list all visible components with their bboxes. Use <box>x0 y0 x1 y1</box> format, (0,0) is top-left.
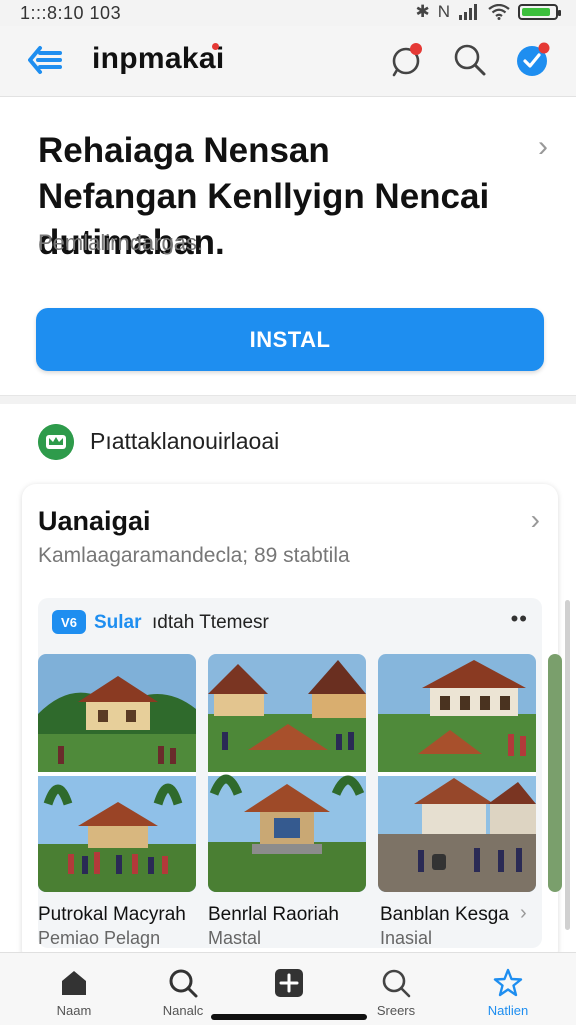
verified-icon[interactable] <box>513 40 553 80</box>
notification-icon[interactable] <box>388 40 428 80</box>
tiles-chevron-icon[interactable]: › <box>520 902 527 925</box>
village-photo <box>208 654 366 892</box>
menu-icon[interactable] <box>28 44 64 76</box>
brand-badge: V6 <box>52 610 86 634</box>
section-divider <box>0 395 576 404</box>
battery-icon <box>518 4 561 20</box>
village-photo <box>378 654 536 892</box>
search-icon <box>382 969 411 998</box>
tile-1-sub: Pemiao Pelagn <box>38 928 161 948</box>
hero-chevron-icon[interactable]: › <box>538 130 548 164</box>
gallery-image-partial <box>548 654 562 892</box>
home-indicator[interactable] <box>211 1014 367 1020</box>
app-card[interactable]: Uanaigai › Kamlaagaramandecla; 89 stabti… <box>22 484 562 964</box>
gallery-image-3[interactable] <box>378 654 536 892</box>
brand-name: Sular <box>94 612 142 633</box>
app-bar: inpmakai <box>0 26 576 97</box>
scrollbar[interactable] <box>565 600 570 930</box>
nav-label-featured: Natlien <box>487 1003 529 1018</box>
card-subtitle: Kamlaagaramandecla; 89 stabtila <box>38 544 350 567</box>
install-button[interactable]: INSTAL <box>36 308 544 371</box>
network-label: N <box>437 2 450 21</box>
bluetooth-icon: ✱ <box>415 2 430 21</box>
card-title: Uanaigai <box>38 506 151 536</box>
wifi-icon <box>488 4 510 20</box>
gallery-image-2[interactable] <box>208 654 366 892</box>
search-icon[interactable] <box>450 40 490 80</box>
status-time: 1:::8:10 103 <box>20 3 122 23</box>
tile-3-sub: Inasial <box>380 928 433 948</box>
village-photo <box>38 654 196 892</box>
home-icon <box>62 971 86 995</box>
gallery-label: ıdtah Ttemesr <box>152 612 269 633</box>
crown-icon <box>38 424 74 460</box>
add-icon <box>275 969 303 997</box>
tile-2-name: Benrlal Raoriah <box>208 904 339 925</box>
hero-subtitle: Pemlalirndargas. <box>38 230 204 255</box>
star-icon <box>493 968 523 997</box>
app-title: inpmakai <box>92 42 225 75</box>
card-chevron-icon[interactable]: › <box>531 504 540 536</box>
status-icons: ✱ N <box>415 2 561 22</box>
nav-item-featured[interactable]: Natlien <box>458 953 558 1025</box>
nav-item-home[interactable]: Naam <box>24 953 124 1025</box>
search-icon <box>169 969 198 998</box>
gallery-image-1[interactable] <box>38 654 196 892</box>
status-bar: 1:::8:10 103 ✱ N <box>0 0 576 26</box>
nav-label-home: Naam <box>56 1003 92 1018</box>
tile-3-name: Banblan Kesga <box>380 904 509 925</box>
more-icon[interactable]: •• <box>511 606 528 632</box>
gallery-panel: V6 Sular ıdtah Ttemesr •• <box>38 598 562 948</box>
title-dot <box>212 43 219 50</box>
tile-1-name: Putrokal Macyrah <box>38 904 186 925</box>
signal-icon <box>459 4 477 20</box>
tile-2-sub: Mastal <box>208 928 262 948</box>
section-title: Pıattaklanouirlaoai <box>90 428 280 454</box>
